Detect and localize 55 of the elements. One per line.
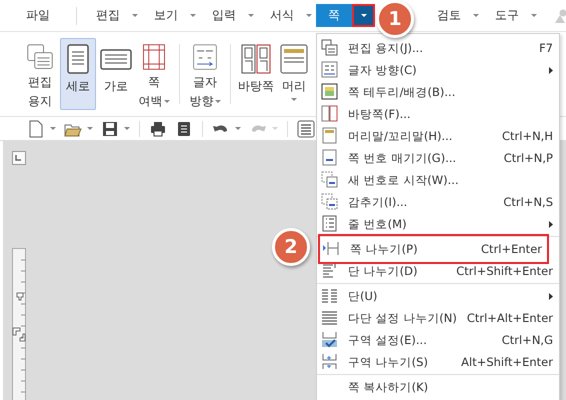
step-number-badge: 1 (376, 0, 414, 38)
menu-tab[interactable]: 편집 (96, 4, 138, 27)
restart-number-icon (321, 171, 338, 188)
menu-item[interactable]: 쪽 나누기(P) Ctrl+Enter (319, 235, 548, 263)
menu-item[interactable]: 단(U) (317, 285, 559, 307)
menu-item[interactable]: 감추기(I)... Ctrl+N,S (317, 191, 559, 213)
columns-icon (321, 287, 338, 304)
menu-item[interactable]: 다단 설정 나누기(N) Ctrl+Alt+Enter (317, 307, 559, 329)
ribbon-button[interactable]: 가로 (98, 38, 134, 110)
menu-item[interactable]: 쪽 번호 매기기(G)... Ctrl+N,P (317, 147, 559, 169)
header-icon (321, 127, 338, 144)
master-page-icon (321, 105, 338, 122)
menu-item[interactable]: 구역 설정(E)... Ctrl+N,G (317, 329, 559, 351)
page-number-icon (321, 149, 338, 166)
menu-item[interactable]: 단 나누기(D) Ctrl+Shift+Enter (317, 260, 559, 282)
document-icon (175, 120, 193, 138)
menu-item[interactable]: 구역 나누기(S) Alt+Shift+Enter (317, 351, 559, 373)
page-stack-icon (321, 39, 338, 56)
header-icon (278, 43, 310, 75)
menu-item[interactable]: 글자 방향(C) (317, 59, 559, 81)
menu-item[interactable]: 새 번호로 시작(W)... (317, 169, 559, 191)
printer-icon (149, 120, 167, 138)
menu-item[interactable]: 바탕쪽(F)... (317, 103, 559, 125)
menu-item[interactable]: 머리말/꼬리말(H)... Ctrl+N,H (317, 125, 559, 147)
menu-item[interactable]: 쪽 테두리/배경(B)... (317, 81, 559, 103)
text-direction-icon (321, 61, 338, 78)
master-page-icon (240, 43, 272, 75)
section-break-icon (321, 353, 338, 370)
multi-column-icon (321, 309, 338, 326)
page-break-icon (323, 240, 340, 257)
corner-mark-icon (12, 151, 26, 165)
ribbon-button[interactable]: 세로 (60, 38, 96, 110)
ribbon-button[interactable]: 글자 방향 (187, 38, 223, 110)
menu-tab[interactable]: 보기 (154, 4, 196, 27)
column-break-icon (321, 262, 338, 279)
ribbon-button[interactable]: 머리 (276, 38, 312, 110)
ribbon-button[interactable]: 바탕쪽 (238, 38, 274, 110)
line-number-icon (321, 215, 338, 232)
section-check-icon (321, 331, 338, 348)
new-document-icon (27, 120, 45, 138)
ribbon-button[interactable]: 편집 용지 (22, 38, 58, 110)
save-icon (101, 120, 119, 138)
user-icon (553, 8, 566, 22)
menu-item[interactable]: 줄 번호(M) (317, 213, 559, 235)
ribbon-button[interactable]: 쪽 여백 (136, 38, 172, 110)
menu-item[interactable]: 쪽 복사하기(K) (317, 376, 559, 398)
menu-tab[interactable]: 도구 (495, 4, 537, 27)
menu-tab[interactable]: 검토 (437, 4, 479, 27)
menu-tab[interactable]: 파일 (26, 4, 50, 27)
menu-tab[interactable]: 서식 (270, 4, 312, 27)
menu-tab[interactable]: 쪽 (316, 4, 375, 27)
framed-picture-icon (321, 83, 338, 100)
hide-number-icon (321, 193, 338, 210)
menu-item[interactable]: 편집 용지(J)... F7 (317, 37, 559, 59)
menu-tab[interactable]: 입력 (212, 4, 254, 27)
